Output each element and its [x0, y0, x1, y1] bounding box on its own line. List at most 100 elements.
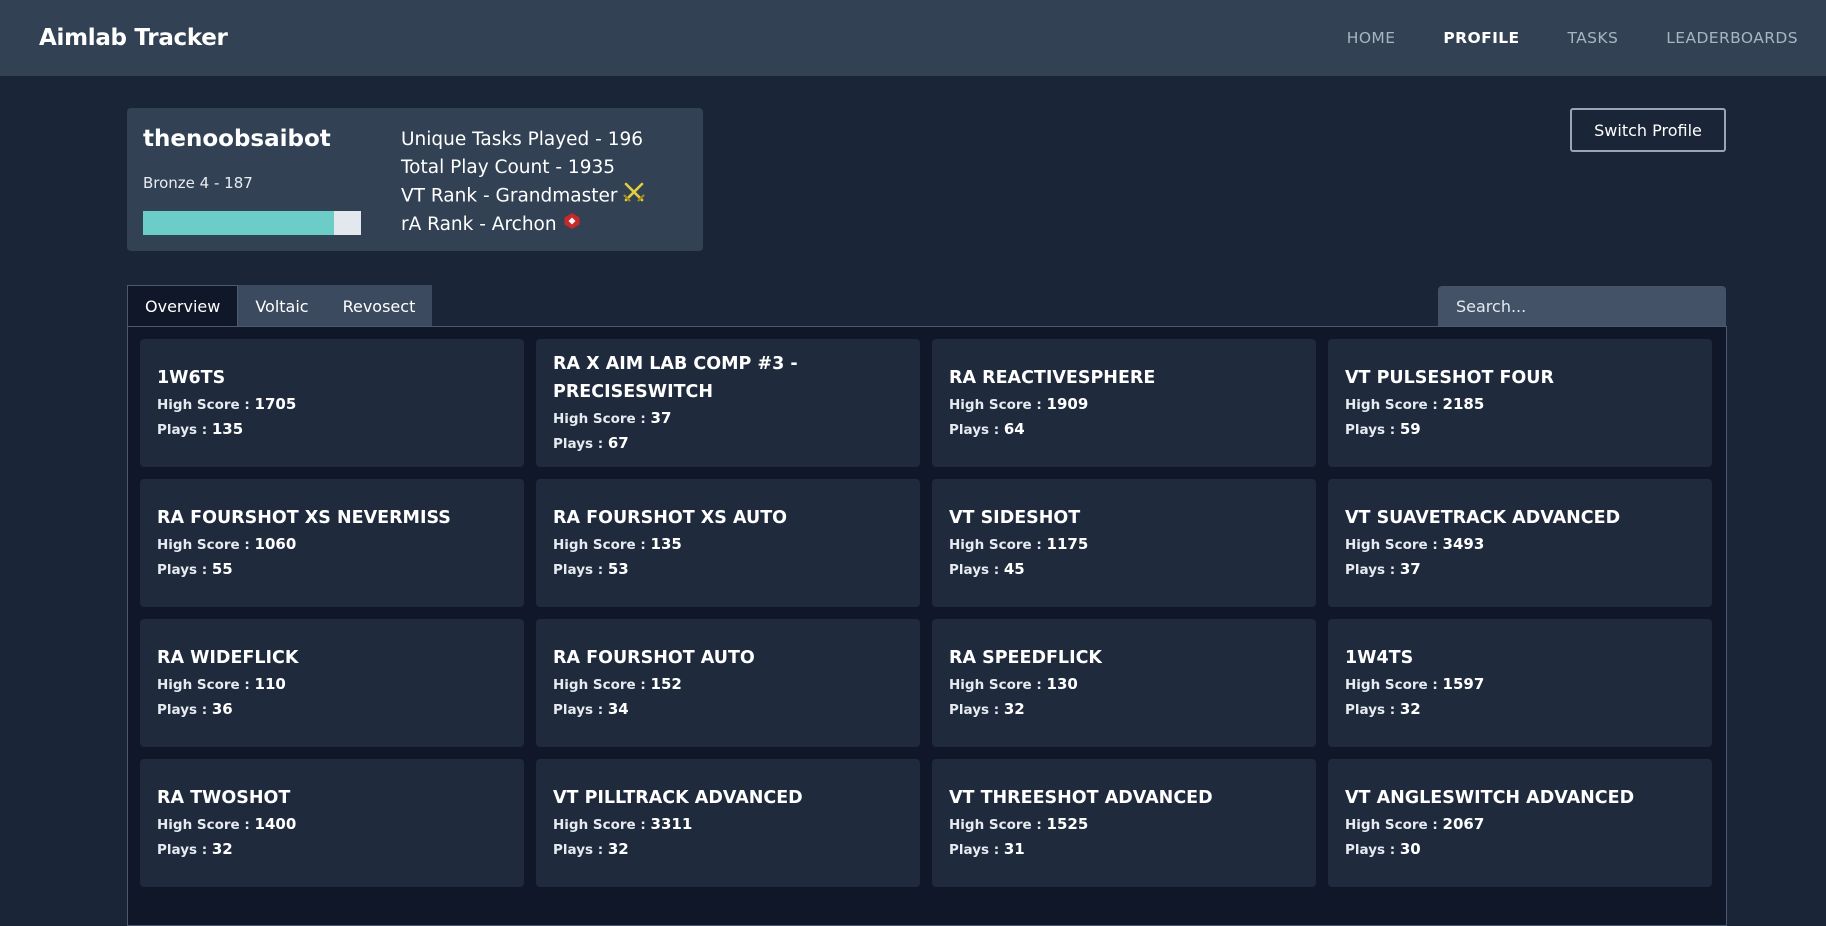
app-title[interactable]: Aimlab Tracker	[39, 25, 228, 51]
plays-label: Plays :	[157, 702, 212, 718]
task-card[interactable]: RA X AIM LAB COMP #3 - PRECISESWITCH High…	[536, 339, 920, 467]
high-score-value: 135	[650, 535, 682, 553]
high-score-label: High Score :	[949, 677, 1047, 693]
nav-profile[interactable]: PROFILE	[1443, 29, 1519, 47]
nav-tasks[interactable]: TASKS	[1568, 29, 1619, 47]
ra-rank-text: rA Rank - Archon	[401, 214, 557, 235]
task-plays: Plays : 135	[157, 417, 507, 442]
plays-value: 135	[211, 420, 244, 438]
switch-profile-button[interactable]: Switch Profile	[1570, 108, 1726, 152]
plays-label: Plays :	[157, 562, 212, 578]
task-high-score: High Score : 1909	[949, 392, 1299, 417]
task-name: 1W4TS	[1345, 648, 1414, 668]
crossed-swords-icon	[623, 182, 646, 211]
task-plays: Plays : 53	[553, 557, 903, 582]
task-plays: Plays : 67	[553, 431, 903, 456]
tab-bar: Overview Voltaic Revosect	[127, 285, 433, 327]
tasks-panel: 1W6TS High Score : 1705 Plays : 135 RA X AI…	[127, 326, 1727, 926]
vt-rank-stat: VT Rank - Grandmaster	[401, 182, 646, 211]
task-card[interactable]: VT THREESHOT ADVANCED High Score : 1525 Pl…	[932, 759, 1316, 887]
task-card[interactable]: 1W6TS High Score : 1705 Plays : 135	[140, 339, 524, 467]
task-name: RA WIDEFLICK	[157, 648, 299, 668]
task-high-score: High Score : 2067	[1345, 812, 1695, 837]
task-name: RA TWOSHOT	[157, 788, 291, 808]
plays-label: Plays :	[157, 842, 212, 858]
task-plays: Plays : 45	[949, 557, 1299, 582]
task-name: RA FOURSHOT XS AUTO	[553, 508, 788, 528]
plays-value: 55	[211, 560, 233, 578]
high-score-value: 3311	[650, 815, 693, 833]
task-card[interactable]: RA FOURSHOT XS NEVERMISS High Score : 106…	[140, 479, 524, 607]
high-score-value: 1175	[1046, 535, 1089, 553]
nav-leaderboards[interactable]: LEADERBOARDS	[1666, 29, 1798, 47]
task-card[interactable]: VT SIDESHOT High Score : 1175 Plays : 45	[932, 479, 1316, 607]
task-card[interactable]: VT PULSESHOT FOUR High Score : 2185 Plays …	[1328, 339, 1712, 467]
task-card[interactable]: RA WIDEFLICK High Score : 110 Plays : 36	[140, 619, 524, 747]
plays-label: Plays :	[1345, 562, 1400, 578]
plays-value: 53	[607, 560, 629, 578]
high-score-value: 1060	[254, 535, 297, 553]
task-name: VT SUAVETRACK ADVANCED	[1345, 508, 1621, 528]
rank-text: Bronze 4 - 187	[143, 174, 253, 192]
plays-value: 37	[1399, 560, 1421, 578]
high-score-label: High Score :	[157, 817, 255, 833]
task-card[interactable]: VT SUAVETRACK ADVANCED High Score : 3493 P…	[1328, 479, 1712, 607]
task-name: VT PULSESHOT FOUR	[1345, 368, 1554, 388]
plays-value: 31	[1003, 840, 1025, 858]
plays-label: Plays :	[949, 562, 1004, 578]
high-score-label: High Score :	[157, 677, 255, 693]
plays-label: Plays :	[1345, 842, 1400, 858]
high-score-label: High Score :	[157, 537, 255, 553]
task-plays: Plays : 59	[1345, 417, 1695, 442]
high-score-label: High Score :	[949, 397, 1047, 413]
task-high-score: High Score : 1060	[157, 532, 507, 557]
plays-value: 64	[1003, 420, 1025, 438]
high-score-label: High Score :	[1345, 817, 1443, 833]
task-name: VT THREESHOT ADVANCED	[949, 788, 1213, 808]
task-high-score: High Score : 130	[949, 672, 1299, 697]
plays-value: 36	[211, 700, 233, 718]
high-score-label: High Score :	[553, 677, 651, 693]
high-score-label: High Score :	[553, 817, 651, 833]
high-score-value: 3493	[1442, 535, 1485, 553]
plays-value: 32	[211, 840, 233, 858]
task-plays: Plays : 32	[949, 697, 1299, 722]
username: thenoobsaibot	[143, 126, 331, 152]
task-high-score: High Score : 2185	[1345, 392, 1695, 417]
task-high-score: High Score : 3493	[1345, 532, 1695, 557]
high-score-value: 2067	[1442, 815, 1485, 833]
task-card[interactable]: 1W4TS High Score : 1597 Plays : 32	[1328, 619, 1712, 747]
unique-tasks-stat: Unique Tasks Played - 196	[401, 129, 644, 150]
task-card[interactable]: VT PILLTRACK ADVANCED High Score : 3311 Pl…	[536, 759, 920, 887]
task-card[interactable]: RA FOURSHOT AUTO High Score : 152 Plays : …	[536, 619, 920, 747]
task-card[interactable]: RA TWOSHOT High Score : 1400 Plays : 32	[140, 759, 524, 887]
high-score-value: 130	[1046, 675, 1078, 693]
plays-value: 59	[1399, 420, 1421, 438]
task-card[interactable]: RA REACTIVESPHERE High Score : 1909 Plays …	[932, 339, 1316, 467]
task-name: RA SPEEDFLICK	[949, 648, 1102, 668]
task-plays: Plays : 32	[553, 837, 903, 862]
high-score-value: 110	[254, 675, 286, 693]
nav-home[interactable]: HOME	[1347, 29, 1396, 47]
task-plays: Plays : 32	[1345, 697, 1695, 722]
task-plays: Plays : 34	[553, 697, 903, 722]
task-card[interactable]: RA SPEEDFLICK High Score : 130 Plays : 32	[932, 619, 1316, 747]
task-high-score: High Score : 1525	[949, 812, 1299, 837]
task-high-score: High Score : 152	[553, 672, 903, 697]
search-input[interactable]	[1438, 286, 1726, 326]
task-card[interactable]: VT ANGLESWITCH ADVANCED High Score : 2067…	[1328, 759, 1712, 887]
tab-overview[interactable]: Overview	[127, 285, 239, 327]
top-navbar: Aimlab Tracker HOME PROFILE TASKS LEADER…	[0, 0, 1826, 76]
high-score-value: 1400	[254, 815, 297, 833]
high-score-label: High Score :	[949, 817, 1047, 833]
task-card[interactable]: RA FOURSHOT XS AUTO High Score : 135 Plays…	[536, 479, 920, 607]
plays-value: 32	[607, 840, 629, 858]
high-score-label: High Score :	[1345, 537, 1443, 553]
archon-badge-icon	[563, 211, 581, 239]
high-score-value: 1525	[1046, 815, 1089, 833]
task-plays: Plays : 36	[157, 697, 507, 722]
profile-card: thenoobsaibot Bronze 4 - 187 Unique Task…	[127, 108, 703, 251]
high-score-value: 1597	[1442, 675, 1485, 693]
tab-voltaic[interactable]: Voltaic	[238, 285, 326, 327]
tab-revosect[interactable]: Revosect	[325, 285, 433, 327]
